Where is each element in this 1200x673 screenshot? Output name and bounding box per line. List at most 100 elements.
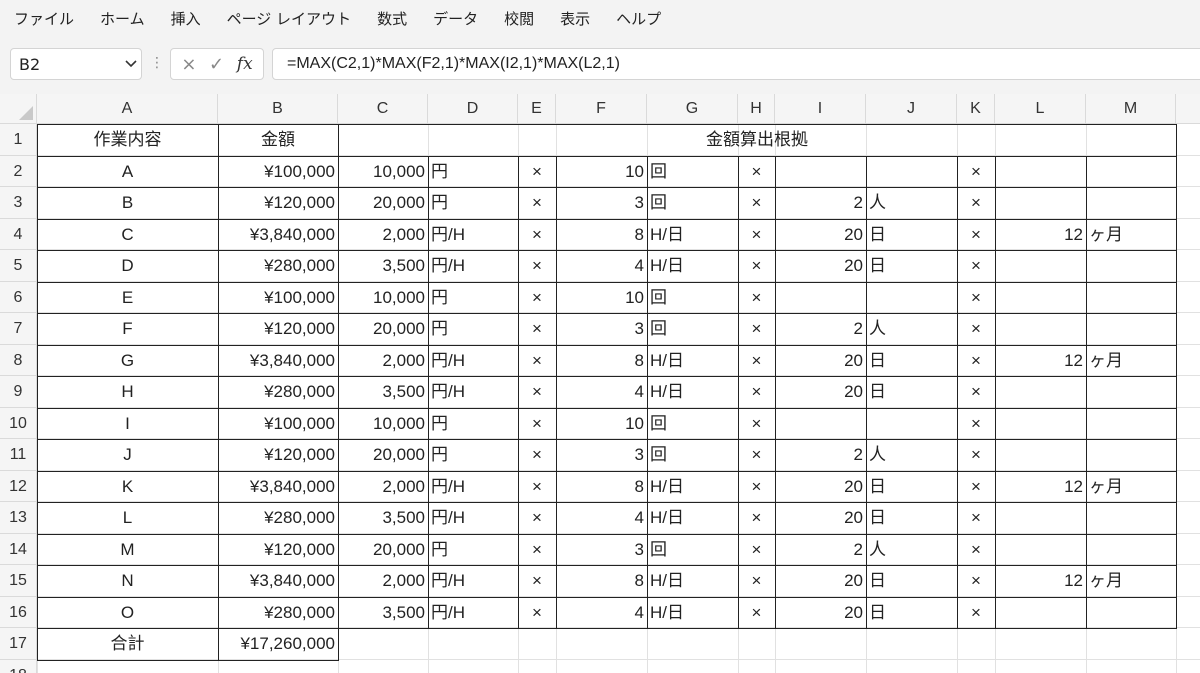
column-header-H[interactable]: H (738, 94, 775, 124)
cell-F15[interactable]: 8 (556, 565, 647, 597)
column-header-D[interactable]: D (428, 94, 518, 124)
cell-B13[interactable]: ¥280,000 (218, 502, 338, 534)
cell-F4[interactable]: 8 (556, 219, 647, 251)
cell-I3[interactable]: 2 (775, 187, 866, 219)
cell-E12[interactable]: × (518, 471, 556, 503)
cell-E13[interactable]: × (518, 502, 556, 534)
cell-F14[interactable]: 3 (556, 534, 647, 566)
cell-D7[interactable]: 円 (428, 313, 518, 345)
name-box[interactable]: B2 (10, 48, 142, 80)
cell-I12[interactable]: 20 (775, 471, 866, 503)
cell-G13[interactable]: H/日 (647, 502, 738, 534)
cell-H8[interactable]: × (738, 345, 775, 377)
cell-D14[interactable]: 円 (428, 534, 518, 566)
cell-G14[interactable]: 回 (647, 534, 738, 566)
cell-C3[interactable]: 20,000 (338, 187, 428, 219)
cell-C8[interactable]: 2,000 (338, 345, 428, 377)
cell-D8[interactable]: 円/H (428, 345, 518, 377)
cell-F10[interactable]: 10 (556, 408, 647, 440)
cell-C5[interactable]: 3,500 (338, 250, 428, 282)
cell-J16[interactable]: 日 (866, 597, 957, 629)
cell-H14[interactable]: × (738, 534, 775, 566)
cell-D3[interactable]: 円 (428, 187, 518, 219)
enter-check-icon[interactable]: ✓ (209, 54, 224, 75)
menu-item-1[interactable]: ホーム (100, 8, 145, 29)
cell-B5[interactable]: ¥280,000 (218, 250, 338, 282)
cell-B2[interactable]: ¥100,000 (218, 156, 338, 188)
cell-A12[interactable]: K (37, 471, 218, 503)
cell-G15[interactable]: H/日 (647, 565, 738, 597)
cell-B6[interactable]: ¥100,000 (218, 282, 338, 314)
cell-E4[interactable]: × (518, 219, 556, 251)
cell-A8[interactable]: G (37, 345, 218, 377)
column-header-A[interactable]: A (37, 94, 218, 124)
cell-A14[interactable]: M (37, 534, 218, 566)
cell-B15[interactable]: ¥3,840,000 (218, 565, 338, 597)
cell-E2[interactable]: × (518, 156, 556, 188)
menu-item-0[interactable]: ファイル (14, 8, 74, 29)
column-header-K[interactable]: K (957, 94, 995, 124)
more-options-icon[interactable]: ⋮ (150, 56, 164, 70)
column-header-G[interactable]: G (647, 94, 738, 124)
cell-L12[interactable]: 12 (995, 471, 1086, 503)
cancel-icon[interactable]: × (181, 54, 196, 75)
cell-C4[interactable]: 2,000 (338, 219, 428, 251)
cell-A13[interactable]: L (37, 502, 218, 534)
cell-C15[interactable]: 2,000 (338, 565, 428, 597)
cell-A6[interactable]: E (37, 282, 218, 314)
cell-A3[interactable]: B (37, 187, 218, 219)
cell-H3[interactable]: × (738, 187, 775, 219)
cell-E10[interactable]: × (518, 408, 556, 440)
cell-I9[interactable]: 20 (775, 376, 866, 408)
column-header-F[interactable]: F (556, 94, 647, 124)
cell-E8[interactable]: × (518, 345, 556, 377)
select-all-corner[interactable] (0, 94, 37, 124)
cell-K4[interactable]: × (957, 219, 995, 251)
menu-item-5[interactable]: データ (433, 8, 478, 29)
cell-I15[interactable]: 20 (775, 565, 866, 597)
cell-B7[interactable]: ¥120,000 (218, 313, 338, 345)
column-header-I[interactable]: I (775, 94, 866, 124)
menu-item-7[interactable]: 表示 (560, 8, 590, 29)
menu-item-4[interactable]: 数式 (377, 8, 407, 29)
cell-E5[interactable]: × (518, 250, 556, 282)
cell-K7[interactable]: × (957, 313, 995, 345)
cell-I5[interactable]: 20 (775, 250, 866, 282)
cell-B16[interactable]: ¥280,000 (218, 597, 338, 629)
cell-H13[interactable]: × (738, 502, 775, 534)
cell-B9[interactable]: ¥280,000 (218, 376, 338, 408)
cell-M8[interactable]: ヶ月 (1086, 345, 1176, 377)
cell-L4[interactable]: 12 (995, 219, 1086, 251)
cell-H15[interactable]: × (738, 565, 775, 597)
cell-K15[interactable]: × (957, 565, 995, 597)
menu-item-3[interactable]: ページ レイアウト (227, 8, 351, 29)
row-header-6[interactable]: 6 (0, 281, 37, 313)
cell-J12[interactable]: 日 (866, 471, 957, 503)
cell-D2[interactable]: 円 (428, 156, 518, 188)
cell-A5[interactable]: D (37, 250, 218, 282)
cell-C7[interactable]: 20,000 (338, 313, 428, 345)
cell-J5[interactable]: 日 (866, 250, 957, 282)
cell-B10[interactable]: ¥100,000 (218, 408, 338, 440)
cell-E15[interactable]: × (518, 565, 556, 597)
cell-C12[interactable]: 2,000 (338, 471, 428, 503)
cell-B11[interactable]: ¥120,000 (218, 439, 338, 471)
cell-J4[interactable]: 日 (866, 219, 957, 251)
cell-C11[interactable]: 20,000 (338, 439, 428, 471)
column-header-C[interactable]: C (338, 94, 428, 124)
cell-G12[interactable]: H/日 (647, 471, 738, 503)
cell-A7[interactable]: F (37, 313, 218, 345)
cell-E14[interactable]: × (518, 534, 556, 566)
row-header-14[interactable]: 14 (0, 533, 37, 565)
header-cell-amount[interactable]: 金額 (218, 124, 338, 156)
cell-D16[interactable]: 円/H (428, 597, 518, 629)
row-header-17[interactable]: 17 (0, 628, 37, 660)
cell-H12[interactable]: × (738, 471, 775, 503)
cell-J13[interactable]: 日 (866, 502, 957, 534)
cell-I13[interactable]: 20 (775, 502, 866, 534)
cell-H10[interactable]: × (738, 408, 775, 440)
cell-F13[interactable]: 4 (556, 502, 647, 534)
cell-K13[interactable]: × (957, 502, 995, 534)
row-header-8[interactable]: 8 (0, 344, 37, 376)
cell-B14[interactable]: ¥120,000 (218, 534, 338, 566)
